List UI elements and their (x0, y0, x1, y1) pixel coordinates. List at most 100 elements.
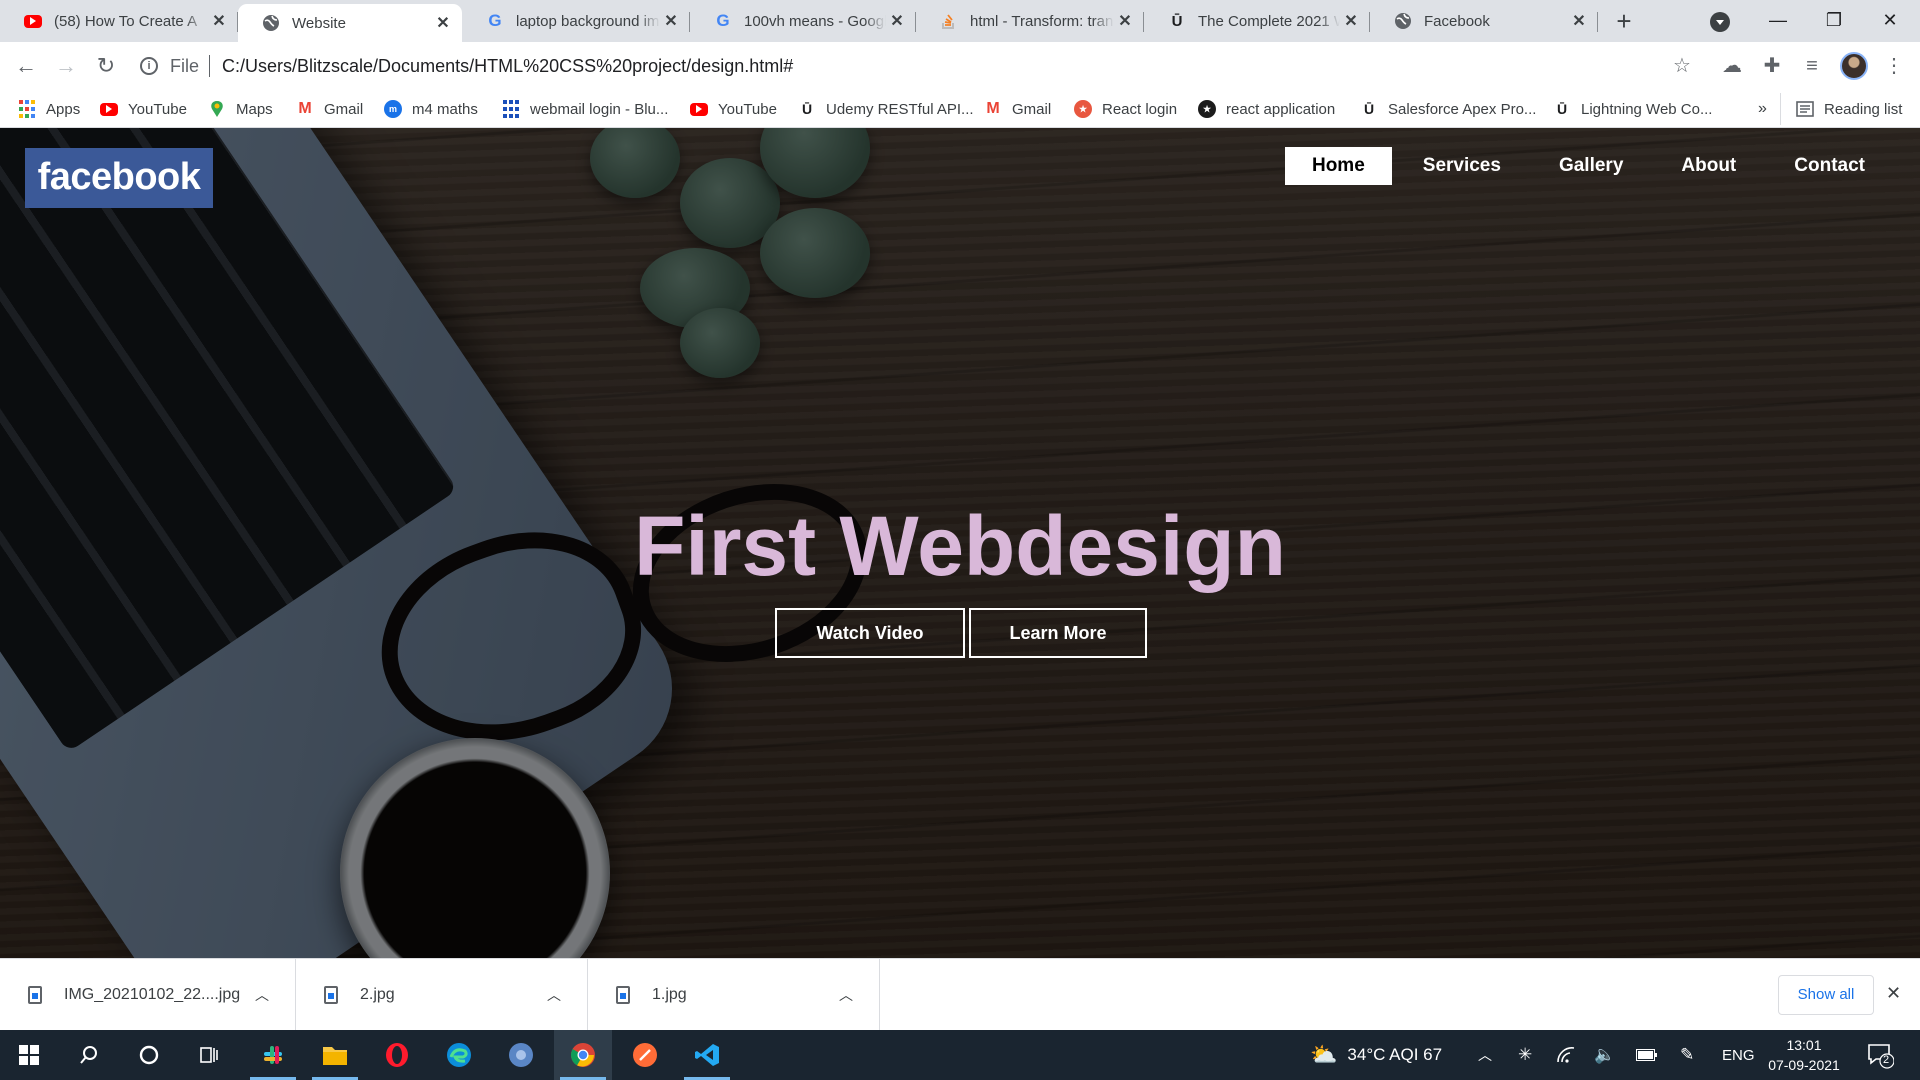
tab-search-icon[interactable] (1710, 12, 1730, 32)
extensions-puzzle-icon[interactable]: ✚ (1760, 54, 1784, 78)
bookmark-apps[interactable]: Apps (18, 98, 80, 120)
language-indicator[interactable]: ENG (1722, 1030, 1755, 1080)
reload-icon[interactable]: ↻ (92, 52, 120, 80)
tab-stackoverflow[interactable]: html - Transform: tran ✕ (916, 0, 1144, 42)
chrome-icon[interactable] (554, 1030, 612, 1080)
bookmark-react-login[interactable]: ★ React login (1074, 98, 1177, 120)
bookmark-star-icon[interactable]: ☆ (1670, 54, 1694, 78)
close-icon[interactable]: ✕ (660, 11, 682, 31)
tab-title: Facebook (1424, 12, 1490, 30)
task-view-icon[interactable] (180, 1030, 238, 1080)
file-explorer-icon[interactable] (306, 1030, 364, 1080)
pen-icon[interactable]: ✎ (1680, 1030, 1694, 1080)
battery-icon[interactable] (1636, 1030, 1658, 1080)
bookmark-label: webmail login - Blu... (530, 100, 669, 118)
slack-icon[interactable] (244, 1030, 302, 1080)
bookmark-react-application[interactable]: ★ react application (1198, 98, 1335, 120)
nav-contact[interactable]: Contact (1767, 147, 1892, 185)
globe-icon (262, 14, 280, 32)
address-url[interactable]: C:/Users/Blitzscale/Documents/HTML%20CSS… (222, 56, 793, 77)
vscode-icon[interactable] (678, 1030, 736, 1080)
bookmark-udemy-restful[interactable]: Ū Udemy RESTful API... (798, 98, 974, 120)
close-icon[interactable]: ✕ (1114, 11, 1136, 31)
google-icon: G (716, 11, 730, 30)
watch-video-button[interactable]: Watch Video (775, 608, 965, 658)
wifi-icon[interactable] (1556, 1030, 1576, 1080)
forward-arrow-icon[interactable]: → (52, 52, 80, 80)
windows-start-icon[interactable] (0, 1030, 58, 1080)
close-icon[interactable]: ✕ (1568, 11, 1590, 31)
window-close-icon[interactable]: ✕ (1862, 0, 1918, 40)
download-item[interactable]: IMG_20210102_22....jpg ︿ (0, 959, 296, 1031)
close-icon[interactable]: ✕ (432, 13, 454, 33)
bookmark-label: m4 maths (412, 100, 478, 118)
bookmark-maps[interactable]: Maps (208, 98, 273, 120)
close-icon[interactable]: ✕ (1886, 983, 1901, 1004)
volume-icon[interactable]: 🔈 (1594, 1030, 1615, 1080)
edge-icon[interactable] (430, 1030, 488, 1080)
tab-website[interactable]: Website ✕ (238, 4, 462, 42)
reading-list-button[interactable]: Reading list (1796, 98, 1902, 120)
clock-time: 13:01 (1786, 1037, 1822, 1053)
tab-laptop-background[interactable]: G laptop background im ✕ (462, 0, 690, 42)
nav-home[interactable]: Home (1284, 147, 1392, 185)
tab-facebook[interactable]: Facebook ✕ (1370, 0, 1598, 42)
close-icon[interactable]: ✕ (1340, 11, 1362, 31)
tab-title: 100vh means - Google (744, 12, 886, 30)
bookmark-gmail[interactable]: M Gmail (296, 98, 363, 120)
menu-kebab-icon[interactable]: ⋮ (1882, 54, 1906, 78)
bookmark-label: react application (1226, 100, 1336, 118)
nav-about[interactable]: About (1654, 147, 1763, 185)
youtube-icon (690, 102, 708, 116)
close-icon[interactable]: ✕ (886, 11, 908, 31)
bookmark-lightning-web[interactable]: Ū Lightning Web Co... (1553, 98, 1713, 120)
tab-title: html - Transform: tran (970, 12, 1114, 30)
weather-widget[interactable]: ⛅ 34°C AQI 67 (1310, 1030, 1442, 1080)
address-bar[interactable]: i File C:/Users/Blitzscale/Documents/HTM… (140, 48, 1690, 84)
cortana-icon[interactable] (120, 1030, 178, 1080)
tab-udemy-course[interactable]: Ū The Complete 2021 W ✕ (1144, 0, 1370, 42)
profile-avatar[interactable] (1840, 52, 1868, 80)
nav-services[interactable]: Services (1396, 147, 1528, 185)
bookmark-youtube[interactable]: YouTube (100, 98, 187, 120)
tab-youtube[interactable]: (58) How To Create A ✕ (0, 0, 238, 42)
image-file-icon (616, 986, 630, 1004)
bookmarks-overflow-button[interactable]: » (1758, 98, 1767, 120)
learn-more-button[interactable]: Learn More (969, 608, 1147, 658)
udemy-icon: Ū (801, 101, 813, 117)
chevron-up-icon[interactable]: ︿ (247, 985, 277, 1005)
back-arrow-icon[interactable]: ← (12, 52, 40, 80)
chevron-up-icon[interactable]: ︿ (539, 985, 569, 1005)
bookmark-salesforce-apex[interactable]: Ū Salesforce Apex Pro... (1360, 98, 1536, 120)
bookmark-gmail-2[interactable]: M Gmail (984, 98, 1051, 120)
bookmark-youtube-2[interactable]: YouTube (690, 98, 777, 120)
new-tab-button[interactable]: + (1610, 8, 1638, 36)
bookmark-m4-maths[interactable]: m m4 maths (384, 98, 478, 120)
slack-tray-icon[interactable]: ✳ (1518, 1030, 1532, 1080)
tab-100vh[interactable]: G 100vh means - Google ✕ (690, 0, 916, 42)
tab-strip: (58) How To Create A ✕ Website ✕ G lapto… (0, 0, 1920, 42)
search-icon[interactable] (60, 1030, 118, 1080)
chrome-alt-icon[interactable] (492, 1030, 550, 1080)
chevron-up-icon[interactable]: ︿ (1478, 1030, 1492, 1080)
youtube-icon (24, 12, 42, 30)
weather-text: 34°C AQI 67 (1347, 1045, 1443, 1064)
tab-title: laptop background im (516, 12, 660, 30)
system-clock[interactable]: 13:01 07-09-2021 (1766, 1035, 1842, 1075)
info-icon[interactable]: i (140, 57, 158, 75)
extension-cloud-icon[interactable]: ☁ (1720, 54, 1744, 78)
notification-center-button[interactable]: 2 (1866, 1041, 1895, 1069)
bookmark-webmail[interactable]: webmail login - Blu... (502, 98, 668, 120)
postman-icon[interactable] (616, 1030, 674, 1080)
download-item[interactable]: 2.jpg ︿ (296, 959, 588, 1031)
nav-gallery[interactable]: Gallery (1532, 147, 1650, 185)
minimize-icon[interactable]: — (1750, 0, 1806, 40)
media-queue-icon[interactable]: ≡ (1800, 54, 1824, 78)
opera-icon[interactable] (368, 1030, 426, 1080)
download-item[interactable]: 1.jpg ︿ (588, 959, 880, 1031)
facebook-logo[interactable]: facebook (25, 148, 213, 208)
chevron-up-icon[interactable]: ︿ (831, 985, 861, 1005)
restore-icon[interactable]: ❐ (1806, 0, 1862, 40)
show-all-button[interactable]: Show all (1778, 975, 1874, 1015)
close-icon[interactable]: ✕ (208, 11, 230, 31)
